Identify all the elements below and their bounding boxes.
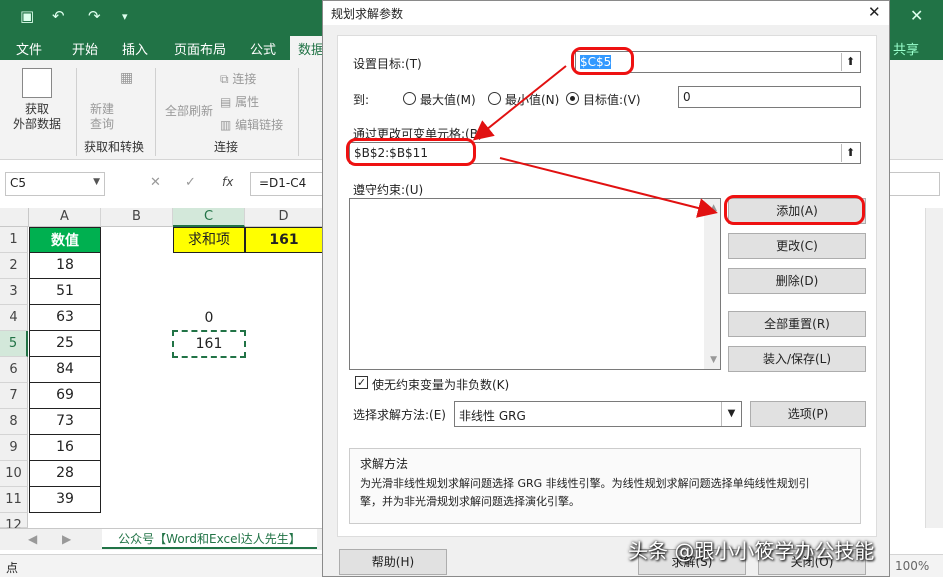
- arrow-cells-to-add: [499, 157, 718, 218]
- annotation-arrows: [472, 65, 718, 218]
- arrow-objective-to-cells: [472, 65, 567, 141]
- watermark: 头条 @跟小小筱学办公技能: [628, 539, 875, 563]
